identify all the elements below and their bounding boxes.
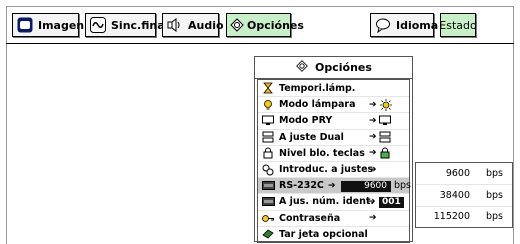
menu-audio-button[interactable]: Audio (162, 13, 224, 37)
option-id-number[interactable]: A jus. núm. ident. ➔ 001 (258, 193, 409, 209)
menu-estado-label: Estado (439, 18, 477, 32)
id-icon (261, 196, 275, 208)
option-label: RS-232C (279, 180, 324, 192)
menu-audio-label: Audio (188, 18, 224, 32)
option-label: Contraseña (279, 212, 341, 224)
id-number-value: 001 (379, 197, 404, 209)
options-panel-title: Opciónes (315, 61, 372, 74)
image-icon (17, 16, 33, 34)
frame-top-border (6, 6, 514, 7)
card-icon (261, 228, 275, 240)
baud-unit: bps (486, 168, 504, 180)
arrow-right-icon: ➔ (369, 115, 377, 126)
arrow-right-icon: ➔ (369, 132, 377, 143)
dual-setting-value-icon (379, 131, 391, 143)
arrow-right-icon: ➔ (368, 196, 376, 207)
baud-value: 115200 (433, 211, 470, 223)
arrow-right-icon: ➔ (369, 213, 377, 224)
dual-setting-icon (261, 131, 275, 143)
rs232c-unit: bps (394, 180, 412, 192)
option-label: Tar jeta opcional (279, 228, 368, 240)
option-label: Nivel blo. teclas (279, 147, 365, 159)
option-label: Introduc. a justes (279, 164, 374, 176)
rs232c-value: 9600 (341, 181, 391, 193)
menu-sinc-fina-label: Sinc.fina (111, 18, 165, 32)
option-input-settings[interactable]: Introduc. a justes ➔ (258, 160, 409, 177)
pry-mode-value-icon (379, 115, 391, 127)
rs232c-icon (261, 180, 275, 192)
option-lamp-timer[interactable]: Tempori.lámp. (258, 80, 409, 96)
baud-rate-submenu: 9600 bps 38400 bps 115200 bps (415, 162, 513, 228)
options-icon (229, 16, 245, 34)
arrow-right-icon: ➔ (328, 180, 336, 191)
option-dual-setting[interactable]: A juste Dual ➔ (258, 128, 409, 145)
option-rs232c[interactable]: RS-232C ➔ 9600 bps (258, 177, 412, 194)
menu-opciones-label: Opciónes (247, 18, 304, 32)
menu-imagen-label: Imagen (38, 18, 85, 32)
option-label: A juste Dual (279, 131, 344, 143)
lock-value-icon (379, 147, 391, 159)
option-label: A jus. núm. ident. (279, 196, 375, 208)
option-password[interactable]: Contraseña ➔ (258, 209, 409, 226)
menu-imagen-button[interactable]: Imagen (12, 13, 84, 37)
projector-icon (261, 115, 275, 127)
hourglass-icon (261, 82, 275, 94)
baud-value: 38400 (439, 189, 470, 201)
menu-idioma-button[interactable]: Idioma (370, 13, 438, 37)
option-label: Modo PRY (279, 115, 333, 127)
menu-sinc-fina-button[interactable]: Sinc.fina (85, 13, 165, 37)
options-panel-header: Opciónes (255, 57, 412, 79)
lock-icon (261, 147, 275, 159)
menu-estado-button[interactable]: Estado (439, 13, 477, 37)
baud-option[interactable]: 38400 bps (416, 184, 512, 205)
option-label: Modo lámpara (279, 99, 356, 111)
option-lamp-mode[interactable]: Modo lámpara ➔ (258, 96, 409, 112)
arrow-right-icon: ➔ (369, 148, 377, 159)
arrow-right-icon: ➔ (369, 99, 377, 110)
option-key-lock-level[interactable]: Nivel blo. teclas ➔ (258, 144, 409, 161)
option-label: Tempori.lámp. (279, 82, 356, 94)
baud-unit: bps (486, 211, 504, 223)
menu-bar-separator (6, 43, 514, 44)
speech-bubble-icon (375, 16, 391, 34)
menu-idioma-label: Idioma (396, 18, 439, 32)
options-panel: Opciónes Tempori.lámp. Modo lámpara ➔ Mo… (254, 56, 413, 243)
baud-option[interactable]: 9600 bps (416, 163, 512, 184)
frame-right-border (513, 6, 514, 244)
lamp-icon (261, 99, 275, 111)
options-icon (295, 59, 309, 76)
options-list: Tempori.lámp. Modo lámpara ➔ Modo PRY ➔ (257, 79, 412, 243)
option-card[interactable]: Tar jeta opcional (258, 225, 409, 242)
baud-option[interactable]: 115200 bps (416, 205, 512, 227)
option-pry-mode[interactable]: Modo PRY ➔ (258, 112, 409, 128)
fine-sync-icon (90, 16, 106, 34)
baud-value: 9600 (445, 168, 470, 180)
arrow-right-icon: ➔ (369, 164, 377, 175)
frame-left-border (6, 6, 7, 244)
baud-unit: bps (486, 189, 504, 201)
lamp-mode-value-icon (379, 98, 393, 111)
speaker-icon (167, 16, 183, 34)
settings-icon (261, 164, 275, 176)
menu-opciones-button[interactable]: Opciónes (226, 13, 304, 37)
key-icon (261, 212, 275, 224)
